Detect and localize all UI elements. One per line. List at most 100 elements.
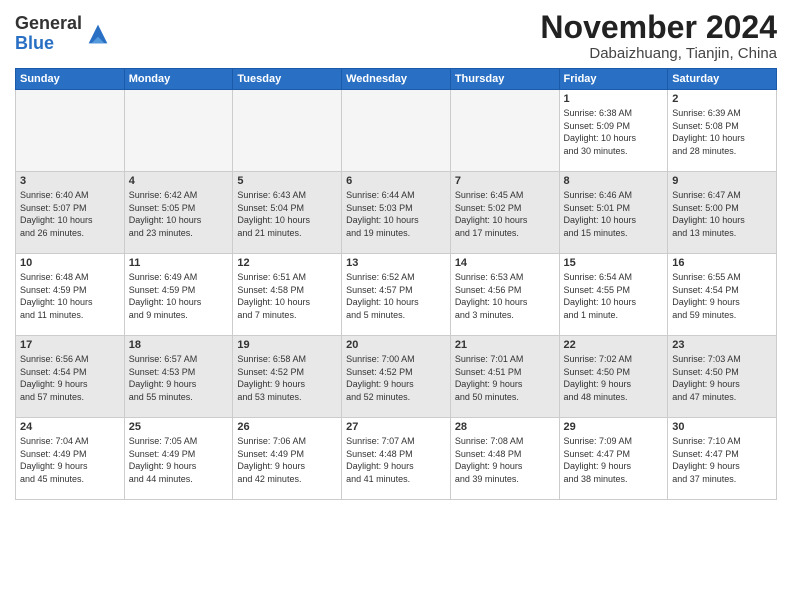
table-row: 29 Sunrise: 7:09 AM Sunset: 4:47 PM Dayli…: [559, 418, 668, 500]
day-number: 21: [455, 339, 555, 351]
day-info: Sunrise: 7:06 AM Sunset: 4:49 PM Dayligh…: [237, 435, 337, 485]
day-info: Sunrise: 7:00 AM Sunset: 4:52 PM Dayligh…: [346, 353, 446, 403]
day-info: Sunrise: 6:42 AM Sunset: 5:05 PM Dayligh…: [129, 189, 229, 239]
logo-icon: [84, 20, 112, 48]
calendar-week-row: 17 Sunrise: 6:56 AM Sunset: 4:54 PM Dayli…: [16, 336, 777, 418]
day-number: 23: [672, 339, 772, 351]
day-info: Sunrise: 7:10 AM Sunset: 4:47 PM Dayligh…: [672, 435, 772, 485]
calendar-week-row: 3 Sunrise: 6:40 AM Sunset: 5:07 PM Daylig…: [16, 172, 777, 254]
col-wednesday: Wednesday: [342, 69, 451, 90]
table-row: 28 Sunrise: 7:08 AM Sunset: 4:48 PM Dayli…: [450, 418, 559, 500]
table-row: 19 Sunrise: 6:58 AM Sunset: 4:52 PM Dayli…: [233, 336, 342, 418]
day-info: Sunrise: 7:03 AM Sunset: 4:50 PM Dayligh…: [672, 353, 772, 403]
day-number: 12: [237, 257, 337, 269]
day-info: Sunrise: 6:39 AM Sunset: 5:08 PM Dayligh…: [672, 107, 772, 157]
table-row: 9Sunrise: 6:47 AM Sunset: 5:00 PM Daylig…: [668, 172, 777, 254]
day-number: 3: [20, 175, 120, 187]
day-number: 18: [129, 339, 229, 351]
table-row: 27 Sunrise: 7:07 AM Sunset: 4:48 PM Dayli…: [342, 418, 451, 500]
day-info: Sunrise: 7:08 AM Sunset: 4:48 PM Dayligh…: [455, 435, 555, 485]
table-row: 8 Sunrise: 6:46 AM Sunset: 5:01 PM Daylig…: [559, 172, 668, 254]
day-info: Sunrise: 7:04 AM Sunset: 4:49 PM Dayligh…: [20, 435, 120, 485]
day-number: 27: [346, 421, 446, 433]
day-info: Sunrise: 6:55 AM Sunset: 4:54 PM Dayligh…: [672, 271, 772, 321]
day-info: Sunrise: 7:07 AM Sunset: 4:48 PM Dayligh…: [346, 435, 446, 485]
page: General Blue November 2024 Dabaizhuang, …: [0, 0, 792, 612]
col-tuesday: Tuesday: [233, 69, 342, 90]
day-number: 25: [129, 421, 229, 433]
day-number: 20: [346, 339, 446, 351]
day-number: 8: [564, 175, 664, 187]
table-row: 30 Sunrise: 7:10 AM Sunset: 4:47 PM Dayli…: [668, 418, 777, 500]
day-info: Sunrise: 7:01 AM Sunset: 4:51 PM Dayligh…: [455, 353, 555, 403]
calendar-table: Sunday Monday Tuesday Wednesday Thursday…: [15, 68, 777, 500]
day-number: 14: [455, 257, 555, 269]
table-row: 6Sunrise: 6:44 AM Sunset: 5:03 PM Daylig…: [342, 172, 451, 254]
day-number: 16: [672, 257, 772, 269]
table-row: 21 Sunrise: 7:01 AM Sunset: 4:51 PM Dayli…: [450, 336, 559, 418]
day-number: 13: [346, 257, 446, 269]
table-row: 20 Sunrise: 7:00 AM Sunset: 4:52 PM Dayli…: [342, 336, 451, 418]
day-number: 15: [564, 257, 664, 269]
day-info: Sunrise: 6:45 AM Sunset: 5:02 PM Dayligh…: [455, 189, 555, 239]
logo-blue-text: Blue: [15, 33, 54, 53]
table-row: 23 Sunrise: 7:03 AM Sunset: 4:50 PM Dayli…: [668, 336, 777, 418]
day-number: 7: [455, 175, 555, 187]
table-row: 11Sunrise: 6:49 AM Sunset: 4:59 PM Dayli…: [124, 254, 233, 336]
day-info: Sunrise: 6:38 AM Sunset: 5:09 PM Dayligh…: [564, 107, 664, 157]
day-info: Sunrise: 6:43 AM Sunset: 5:04 PM Dayligh…: [237, 189, 337, 239]
title-block: November 2024 Dabaizhuang, Tianjin, Chin…: [540, 10, 777, 62]
day-info: Sunrise: 6:40 AM Sunset: 5:07 PM Dayligh…: [20, 189, 120, 239]
table-row: [124, 90, 233, 172]
day-info: Sunrise: 6:54 AM Sunset: 4:55 PM Dayligh…: [564, 271, 664, 321]
day-info: Sunrise: 7:09 AM Sunset: 4:47 PM Dayligh…: [564, 435, 664, 485]
day-number: 24: [20, 421, 120, 433]
table-row: 2Sunrise: 6:39 AM Sunset: 5:08 PM Daylig…: [668, 90, 777, 172]
day-info: Sunrise: 6:48 AM Sunset: 4:59 PM Dayligh…: [20, 271, 120, 321]
day-number: 10: [20, 257, 120, 269]
table-row: 25 Sunrise: 7:05 AM Sunset: 4:49 PM Dayli…: [124, 418, 233, 500]
day-number: 30: [672, 421, 772, 433]
day-info: Sunrise: 6:52 AM Sunset: 4:57 PM Dayligh…: [346, 271, 446, 321]
table-row: 16 Sunrise: 6:55 AM Sunset: 4:54 PM Dayli…: [668, 254, 777, 336]
table-row: 22Sunrise: 7:02 AM Sunset: 4:50 PM Dayli…: [559, 336, 668, 418]
day-number: 17: [20, 339, 120, 351]
col-sunday: Sunday: [16, 69, 125, 90]
day-number: 6: [346, 175, 446, 187]
day-number: 28: [455, 421, 555, 433]
day-number: 5: [237, 175, 337, 187]
table-row: 3 Sunrise: 6:40 AM Sunset: 5:07 PM Daylig…: [16, 172, 125, 254]
day-number: 1: [564, 93, 664, 105]
table-row: [450, 90, 559, 172]
day-number: 29: [564, 421, 664, 433]
day-info: Sunrise: 6:46 AM Sunset: 5:01 PM Dayligh…: [564, 189, 664, 239]
table-row: 13 Sunrise: 6:52 AM Sunset: 4:57 PM Dayli…: [342, 254, 451, 336]
day-info: Sunrise: 6:47 AM Sunset: 5:00 PM Dayligh…: [672, 189, 772, 239]
day-info: Sunrise: 6:56 AM Sunset: 4:54 PM Dayligh…: [20, 353, 120, 403]
header: General Blue November 2024 Dabaizhuang, …: [15, 10, 777, 62]
table-row: 10 Sunrise: 6:48 AM Sunset: 4:59 PM Dayli…: [16, 254, 125, 336]
day-info: Sunrise: 6:58 AM Sunset: 4:52 PM Dayligh…: [237, 353, 337, 403]
table-row: 4Sunrise: 6:42 AM Sunset: 5:05 PM Daylig…: [124, 172, 233, 254]
day-info: Sunrise: 6:57 AM Sunset: 4:53 PM Dayligh…: [129, 353, 229, 403]
col-saturday: Saturday: [668, 69, 777, 90]
calendar-header-row: Sunday Monday Tuesday Wednesday Thursday…: [16, 69, 777, 90]
day-number: 11: [129, 257, 229, 269]
day-info: Sunrise: 6:51 AM Sunset: 4:58 PM Dayligh…: [237, 271, 337, 321]
calendar-week-row: 24 Sunrise: 7:04 AM Sunset: 4:49 PM Dayli…: [16, 418, 777, 500]
table-row: [233, 90, 342, 172]
logo: General Blue: [15, 14, 112, 54]
table-row: 17 Sunrise: 6:56 AM Sunset: 4:54 PM Dayli…: [16, 336, 125, 418]
table-row: 5 Sunrise: 6:43 AM Sunset: 5:04 PM Daylig…: [233, 172, 342, 254]
day-info: Sunrise: 6:53 AM Sunset: 4:56 PM Dayligh…: [455, 271, 555, 321]
day-info: Sunrise: 7:05 AM Sunset: 4:49 PM Dayligh…: [129, 435, 229, 485]
table-row: 1 Sunrise: 6:38 AM Sunset: 5:09 PM Daylig…: [559, 90, 668, 172]
table-row: 15 Sunrise: 6:54 AM Sunset: 4:55 PM Dayli…: [559, 254, 668, 336]
day-number: 19: [237, 339, 337, 351]
table-row: [16, 90, 125, 172]
location: Dabaizhuang, Tianjin, China: [540, 45, 777, 62]
table-row: 24 Sunrise: 7:04 AM Sunset: 4:49 PM Dayli…: [16, 418, 125, 500]
day-info: Sunrise: 7:02 AM Sunset: 4:50 PM Dayligh…: [564, 353, 664, 403]
col-monday: Monday: [124, 69, 233, 90]
table-row: [342, 90, 451, 172]
